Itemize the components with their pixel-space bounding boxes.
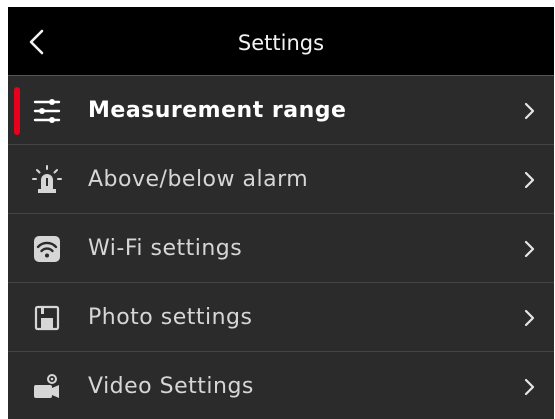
chevron-right-icon <box>524 378 535 396</box>
menu-item-label: Photo settings <box>88 305 253 330</box>
menu-item-above-below-alarm[interactable]: Above/below alarm <box>8 145 554 214</box>
menu-item-label: Wi-Fi settings <box>88 236 243 261</box>
menu-item-measurement-range[interactable]: Measurement range <box>8 76 554 145</box>
selection-indicator <box>14 87 20 135</box>
sliders-icon <box>33 99 61 123</box>
wifi-icon <box>34 236 60 262</box>
chevron-right-icon <box>524 309 535 327</box>
alarm-light-icon <box>32 165 62 193</box>
menu-item-wifi-settings[interactable]: Wi-Fi settings <box>8 214 554 283</box>
chevron-right-icon <box>524 240 535 258</box>
menu-item-photo-settings[interactable]: Photo settings <box>8 283 554 352</box>
settings-menu: Measurement range Above/below alarm Wi-F… <box>8 76 554 419</box>
page-title: Settings <box>237 31 325 55</box>
menu-item-label: Measurement range <box>88 98 347 123</box>
save-icon <box>34 305 60 331</box>
header-bar: Settings <box>8 7 554 76</box>
menu-item-video-settings[interactable]: Video Settings <box>8 352 554 419</box>
menu-item-label: Above/below alarm <box>88 167 309 192</box>
chevron-right-icon <box>524 102 535 120</box>
menu-item-label: Video Settings <box>88 374 254 399</box>
video-camera-icon <box>34 374 59 398</box>
chevron-right-icon <box>524 171 535 189</box>
settings-screen: Settings Measurement range Above/below a… <box>8 7 554 419</box>
